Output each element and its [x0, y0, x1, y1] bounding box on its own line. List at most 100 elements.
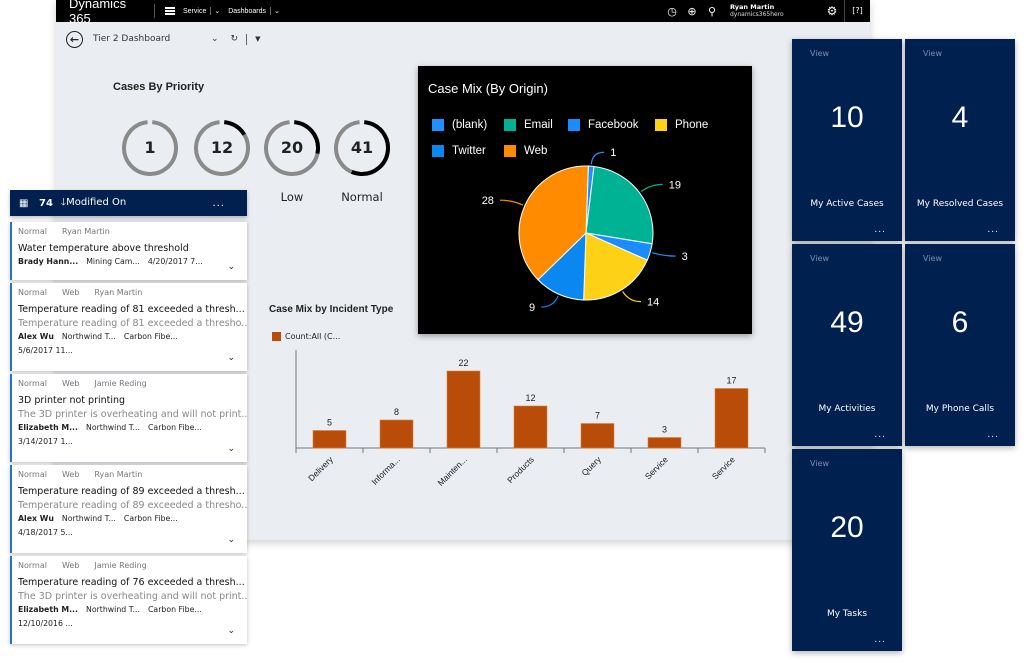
gear-icon[interactable]: ⚙	[820, 4, 844, 18]
add-icon[interactable]: ⊕	[682, 5, 702, 18]
tile-count: 49	[830, 306, 864, 339]
nav-dashboards[interactable]: Dashboards ⌄	[228, 7, 280, 15]
case-customer[interactable]: Alex Wu	[18, 332, 54, 341]
tile-view-label[interactable]: View	[810, 254, 829, 263]
bar[interactable]	[446, 370, 481, 449]
ring-label: Low	[280, 190, 304, 204]
sort-modified-on[interactable]: 🡓Modified On	[61, 195, 126, 212]
priority-ring[interactable]: 1	[120, 118, 180, 178]
help-icon[interactable]: [?]	[844, 0, 870, 22]
bar-data-label: 5	[327, 418, 332, 428]
bar[interactable]	[379, 419, 414, 449]
case-description: The 3D printer is overheating and will n…	[18, 591, 247, 602]
expand-chevron-icon[interactable]: ⌄	[227, 626, 235, 636]
pie-leader-line	[499, 199, 524, 206]
chevron-down-icon[interactable]: ⌄	[269, 7, 280, 15]
ring-value: 1	[144, 138, 156, 157]
case-owner: Jamie Reding	[94, 561, 147, 570]
refresh-icon[interactable]: ↻	[231, 34, 239, 44]
pie-chart: 1 19 3 14 9 28	[482, 147, 688, 314]
pie-data-label: 14	[647, 297, 659, 309]
bar[interactable]	[647, 437, 682, 449]
tile-view-label[interactable]: View	[923, 49, 942, 58]
tile-view-label[interactable]: View	[810, 49, 829, 58]
case-card[interactable]: Normal Web Ryan Martin Temperature reading …	[10, 465, 247, 553]
bar-data-label: 8	[394, 407, 399, 417]
tile-count: 20	[830, 511, 864, 544]
case-date: 4/20/2017 7...	[147, 257, 203, 266]
back-arrow-icon[interactable]: ←	[66, 30, 83, 48]
case-description: Temperature reading of 81 exceeded a thr…	[18, 318, 247, 329]
priority-ring[interactable]: 20 Low	[262, 118, 322, 204]
tile-more-button[interactable]: ...	[987, 430, 999, 440]
app-brand[interactable]: Dynamics 365	[56, 0, 148, 26]
bar-chart-title: Case Mix by Incident Type	[269, 304, 394, 315]
expand-chevron-icon[interactable]: ⌄	[227, 444, 235, 454]
case-priority: Normal	[18, 470, 47, 479]
bar[interactable]	[513, 405, 548, 449]
tile-view-label[interactable]: View	[810, 459, 829, 468]
case-product: Carbon Fibe...	[147, 605, 202, 614]
dashboard-toolbar: ← Tier 2 Dashboard ⌄ ↻ ▼	[66, 28, 260, 50]
case-list-header: ▦ 74 🡓Modified On ...	[10, 190, 247, 216]
case-customer[interactable]: Elizabeth M...	[18, 605, 78, 614]
case-title[interactable]: 3D printer not printing	[18, 395, 247, 406]
stream-tile[interactable]: View 4 My Resolved Cases...	[905, 39, 1015, 241]
case-title[interactable]: Temperature reading of 76 exceeded a thr…	[18, 577, 247, 588]
pie-slice[interactable]	[585, 165, 654, 245]
hamburger-menu-icon[interactable]	[165, 7, 175, 15]
case-title[interactable]: Temperature reading of 89 exceeded a thr…	[18, 486, 247, 497]
expand-chevron-icon[interactable]: ⌄	[227, 535, 235, 545]
bar[interactable]	[312, 430, 347, 449]
search-icon[interactable]: ⚲	[702, 5, 722, 18]
bar[interactable]	[714, 388, 749, 449]
case-date: 12/10/2016 ...	[18, 619, 73, 628]
case-title[interactable]: Water temperature above threshold	[18, 243, 247, 254]
bar-data-label: 22	[458, 358, 468, 368]
case-customer[interactable]: Elizabeth M...	[18, 423, 78, 432]
case-card[interactable]: Normal Ryan Martin Water temperature above…	[10, 222, 247, 280]
case-customer[interactable]: Alex Wu	[18, 514, 54, 523]
tile-more-button[interactable]: ...	[874, 430, 886, 440]
tile-more-button[interactable]: ...	[874, 225, 886, 235]
stream-tile[interactable]: View 49 My Activities...	[792, 244, 902, 446]
nav-service-label: Service	[183, 7, 207, 15]
case-account: Northwind T...	[85, 423, 140, 432]
filter-icon[interactable]: ▼	[255, 35, 260, 43]
priority-ring[interactable]: 41 Normal	[332, 118, 392, 204]
case-card[interactable]: Normal Web Ryan Martin Temperature reading …	[10, 283, 247, 371]
case-title[interactable]: Temperature reading of 81 exceeded a thr…	[18, 304, 247, 315]
dashboard-title[interactable]: Tier 2 Dashboard	[93, 34, 203, 44]
x-tick-label: Query	[579, 454, 603, 478]
expand-chevron-icon[interactable]: ⌄	[227, 262, 235, 272]
topbar-actions: ◷ ⊕ ⚲ Ryan Martin dynamics365hero ⚙ [?]	[662, 0, 870, 22]
case-meta: Normal Web Ryan Martin	[18, 288, 247, 297]
chevron-down-icon[interactable]: ⌄	[210, 7, 220, 15]
tile-more-button[interactable]: ...	[987, 225, 999, 235]
case-card[interactable]: Normal Web Jamie Reding Temperature reading…	[10, 556, 247, 644]
tile-count: 6	[951, 306, 969, 339]
user-info[interactable]: Ryan Martin dynamics365hero	[730, 3, 820, 19]
stream-tile[interactable]: View 6 My Phone Calls...	[905, 244, 1015, 446]
clock-icon[interactable]: ◷	[662, 5, 682, 18]
case-meta: Normal Web Ryan Martin	[18, 470, 247, 479]
case-details: Alex Wu Northwind T... Carbon Fibe...	[18, 514, 247, 523]
case-customer[interactable]: Brady Hann...	[18, 257, 78, 266]
stream-tile[interactable]: View 20 My Tasks...	[792, 449, 902, 651]
expand-chevron-icon[interactable]: ⌄	[227, 353, 235, 363]
tile-more-button[interactable]: ...	[874, 635, 886, 645]
priority-ring[interactable]: 12	[192, 118, 252, 178]
case-card[interactable]: Normal Web Jamie Reding 3D printer not prin…	[10, 374, 247, 462]
more-options-button[interactable]: ...	[212, 198, 225, 209]
bar[interactable]	[580, 423, 615, 449]
dashboard-selector-chevron-icon[interactable]: ⌄	[211, 34, 219, 44]
user-org: dynamics365hero	[730, 11, 784, 18]
x-tick-label: Service	[710, 454, 737, 481]
x-tick-label: Products	[505, 454, 536, 485]
nav-service[interactable]: Service ⌄	[183, 7, 220, 15]
tile-view-label[interactable]: View	[923, 254, 942, 263]
ring-value: 12	[210, 138, 234, 157]
case-list-panel: ▦ 74 🡓Modified On ... Normal Ryan Martin W…	[10, 190, 247, 644]
stream-tile[interactable]: View 10 My Active Cases...	[792, 39, 902, 241]
case-meta: Normal Ryan Martin	[18, 227, 247, 236]
